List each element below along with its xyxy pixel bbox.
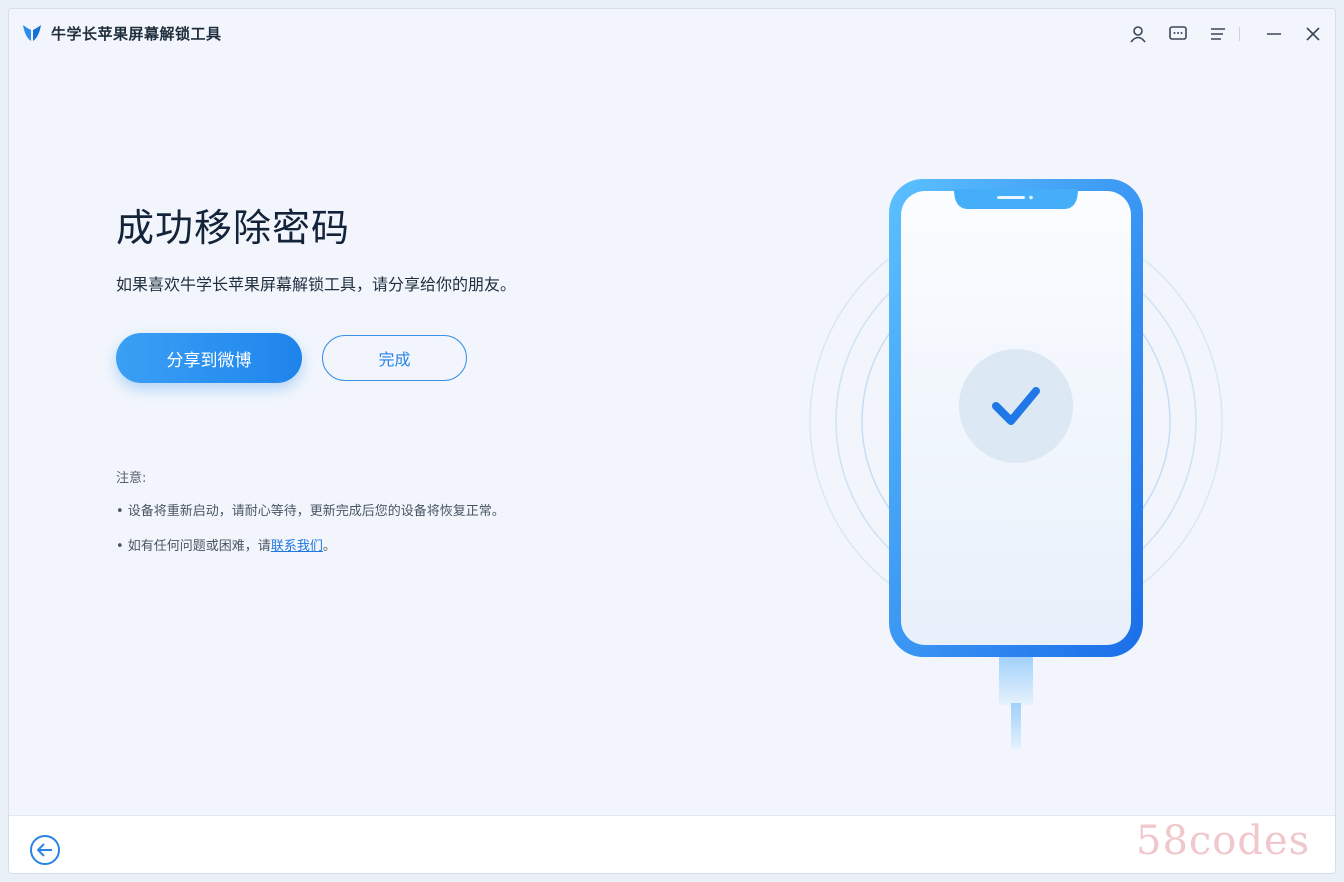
success-circle — [959, 349, 1073, 463]
close-icon — [1306, 27, 1320, 41]
menu-icon — [1211, 28, 1225, 40]
back-arrow-icon[interactable] — [29, 834, 61, 866]
phone-camera — [1029, 195, 1033, 200]
app-title: 牛学长苹果屏幕解锁工具 — [51, 25, 222, 43]
user-button[interactable] — [1126, 22, 1150, 46]
close-button[interactable] — [1301, 22, 1325, 46]
note-contact-suffix: 。 — [322, 539, 336, 554]
page-title: 成功移除密码 — [116, 206, 351, 250]
done-button[interactable]: 完成 — [322, 335, 467, 381]
title-bar: 牛学长苹果屏幕解锁工具 — [9, 9, 1335, 59]
page-subtitle: 如果喜欢牛学长苹果屏幕解锁工具，请分享给你的朋友。 — [116, 275, 517, 294]
note-contact-prefix: • 如有任何问题或困难，请 — [116, 539, 271, 554]
note-item-contact: • 如有任何问题或困难，请联系我们。 — [116, 535, 336, 554]
watermark: 58codes — [1136, 818, 1311, 864]
note-item-restart: • 设备将重新启动，请耐心等待，更新完成后您的设备将恢复正常。 — [116, 504, 505, 519]
app-window: 牛学长苹果屏幕解锁工具 成功移除密码 如果喜欢牛学长苹果屏幕解锁工具，请分享给你… — [8, 8, 1336, 874]
contact-us-link[interactable]: 联系我们 — [271, 539, 323, 554]
share-weibo-button[interactable]: 分享到微博 — [116, 333, 302, 383]
menu-button[interactable] — [1206, 22, 1230, 46]
titlebar-divider — [1239, 27, 1240, 41]
minimize-button[interactable] — [1262, 22, 1286, 46]
notes-label: 注意: — [116, 471, 147, 486]
feedback-button[interactable] — [1166, 22, 1190, 46]
phone-illustration — [809, 179, 1223, 749]
app-logo-icon — [23, 25, 41, 41]
message-icon — [1169, 26, 1187, 40]
phone-speaker — [997, 196, 1025, 199]
minimize-icon — [1267, 33, 1281, 35]
usb-cable — [999, 655, 1033, 749]
user-icon — [1130, 26, 1146, 43]
